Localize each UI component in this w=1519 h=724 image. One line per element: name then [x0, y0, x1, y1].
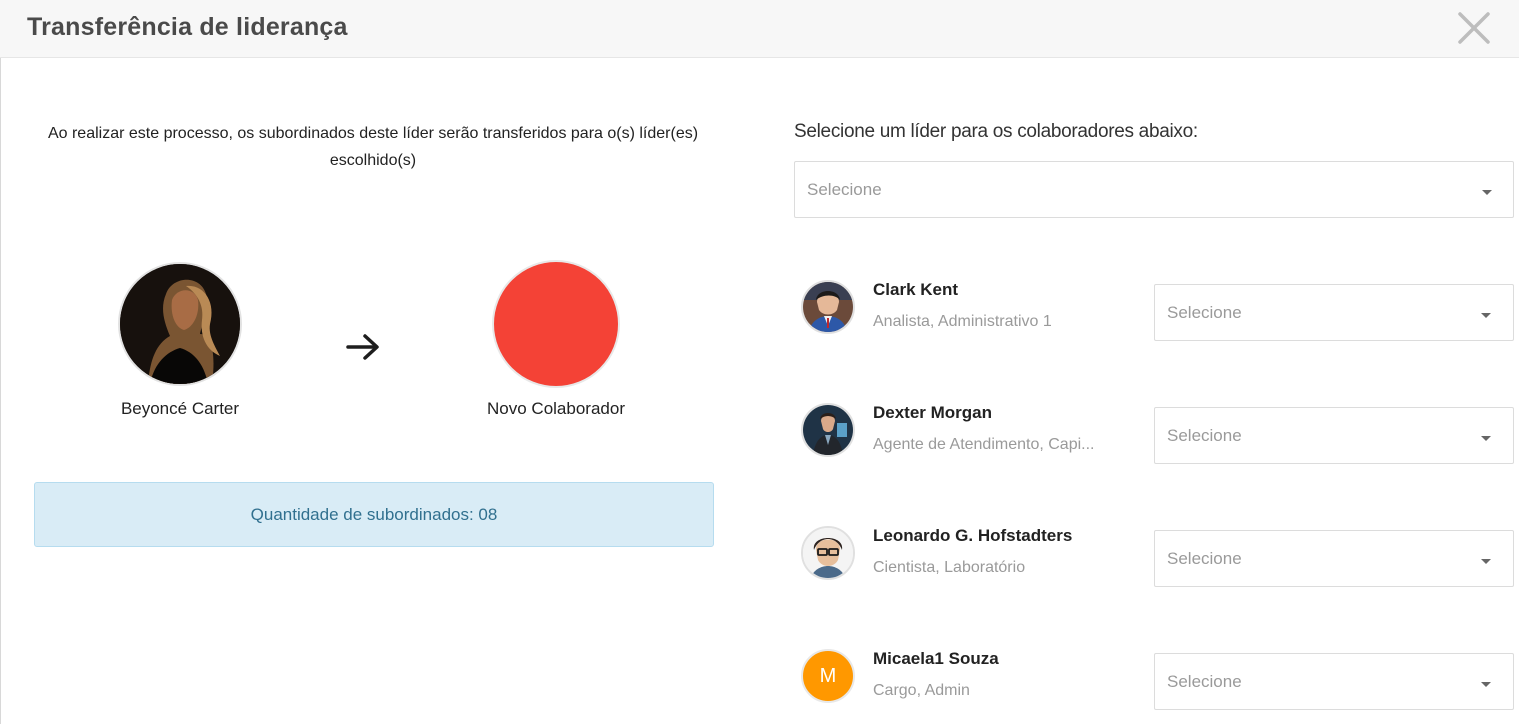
photo-avatar-icon	[803, 282, 853, 332]
new-leader-avatar	[492, 260, 620, 388]
employee-leader-select[interactable]: Selecione	[1154, 284, 1514, 341]
select-placeholder: Selecione	[1167, 549, 1242, 568]
employee-name: Dexter Morgan	[873, 403, 993, 422]
employee-name: Micaela1 Souza	[873, 649, 999, 668]
select-placeholder: Selecione	[1167, 303, 1242, 322]
employee-avatar	[801, 403, 855, 457]
current-leader-name: Beyoncé Carter	[120, 399, 240, 418]
employee-row: Leonardo G. Hofstadters Cientista, Labor…	[801, 526, 1131, 586]
employee-initial-avatar: M	[801, 649, 855, 703]
select-placeholder: Selecione	[807, 180, 882, 199]
employee-role: Cargo, Admin	[873, 682, 970, 699]
subordinates-count-alert: Quantidade de subordinados: 08	[34, 482, 714, 547]
chevron-down-icon	[1481, 682, 1491, 687]
employee-role: Analista, Administrativo 1	[873, 313, 1052, 330]
close-icon[interactable]	[1456, 10, 1492, 46]
employee-row: Dexter Morgan Agente de Atendimento, Cap…	[801, 403, 1131, 463]
current-leader-avatar	[118, 262, 242, 386]
main-leader-select[interactable]: Selecione	[794, 161, 1514, 218]
employee-name: Leonardo G. Hofstadters	[873, 526, 1073, 545]
employee-role: Cientista, Laboratório	[873, 559, 1026, 576]
employee-row: Clark Kent Analista, Administrativo 1	[801, 280, 1131, 340]
photo-avatar-icon	[803, 405, 853, 455]
modal-border	[0, 58, 1, 724]
employee-leader-select[interactable]: Selecione	[1154, 653, 1514, 710]
employee-leader-select[interactable]: Selecione	[1154, 407, 1514, 464]
transfer-description: Ao realizar este processo, os subordinad…	[47, 125, 699, 169]
chevron-down-icon	[1481, 313, 1491, 318]
arrow-right-icon	[345, 331, 381, 363]
employee-row: M Micaela1 Souza Cargo, Admin	[801, 649, 1131, 709]
select-leader-label: Selecione um líder para os colaboradores…	[794, 121, 1198, 142]
chevron-down-icon	[1481, 559, 1491, 564]
employee-avatar	[801, 526, 855, 580]
select-placeholder: Selecione	[1167, 426, 1242, 445]
chevron-down-icon	[1482, 190, 1492, 195]
photo-avatar-icon	[120, 264, 240, 384]
employee-leader-select[interactable]: Selecione	[1154, 530, 1514, 587]
modal-header: Transferência de liderança	[0, 0, 1519, 58]
photo-avatar-icon	[803, 528, 853, 578]
employee-name: Clark Kent	[873, 280, 959, 299]
chevron-down-icon	[1481, 436, 1491, 441]
modal-title: Transferência de liderança	[27, 13, 348, 41]
employee-role: Agente de Atendimento, Capi...	[873, 436, 1095, 453]
select-placeholder: Selecione	[1167, 672, 1242, 691]
employee-avatar	[801, 280, 855, 334]
new-leader-name: Novo Colaborador	[487, 399, 625, 418]
